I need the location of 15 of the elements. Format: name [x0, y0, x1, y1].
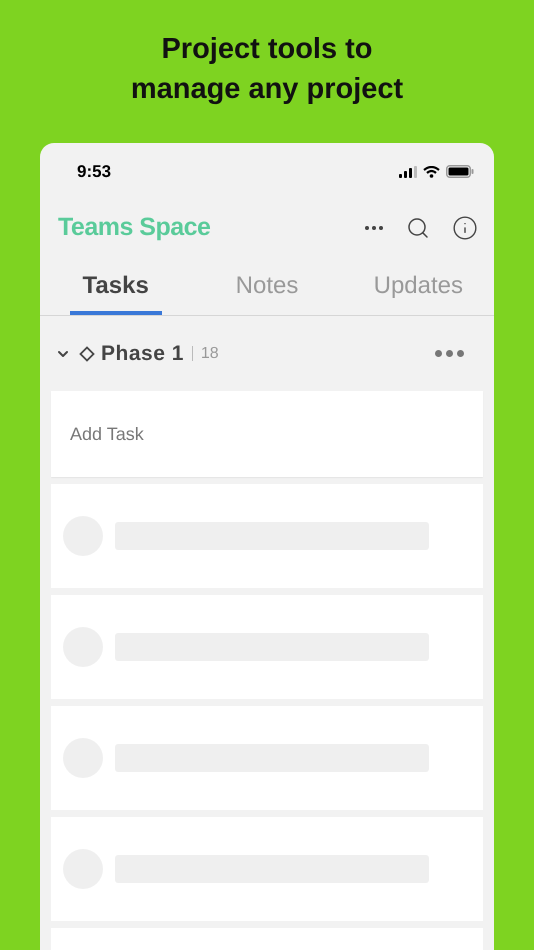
task-count: 18 [192, 346, 219, 361]
tab[interactable]: Tasks [70, 258, 162, 315]
headline: Project tools to manage any project [130, 32, 404, 106]
section-title: Phase 1 [101, 340, 184, 367]
diamond-icon [79, 346, 95, 362]
tab[interactable]: Updates [360, 258, 476, 315]
signal-icon [399, 166, 417, 178]
battery-icon [446, 165, 474, 178]
info-icon[interactable] [452, 215, 478, 241]
add-task-field[interactable]: Add Task [51, 391, 483, 477]
tab[interactable]: Notes [222, 258, 312, 315]
status-time: 9:53 [77, 160, 112, 183]
wifi-icon [423, 166, 440, 178]
search-icon[interactable] [406, 216, 430, 240]
space-title: Teams Space [58, 212, 210, 244]
